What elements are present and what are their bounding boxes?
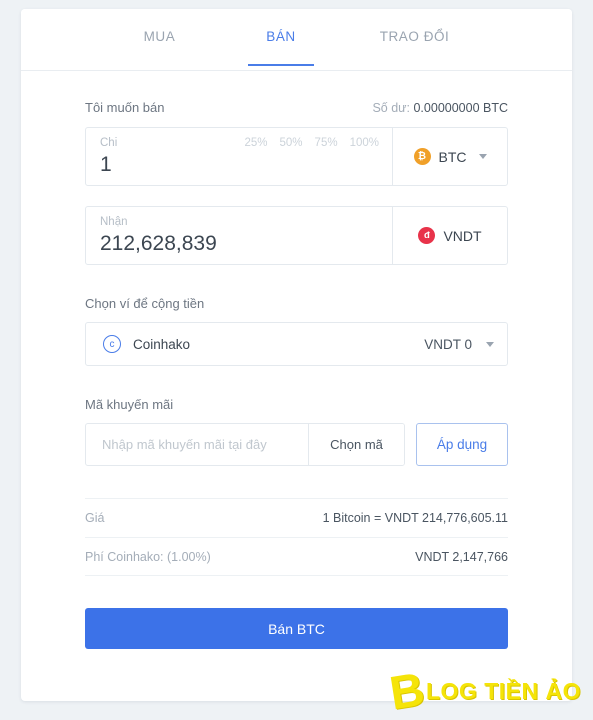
- sell-header: Tôi muốn bán Số dư: 0.00000000 BTC: [85, 100, 508, 115]
- receive-input-area[interactable]: Nhận 212,628,839: [86, 207, 393, 264]
- sell-btc-button[interactable]: Bán BTC: [85, 608, 508, 649]
- bitcoin-icon: ₿: [413, 148, 431, 165]
- balance-label: Số dư:: [372, 101, 410, 115]
- fee-value: VNDT 2,147,766: [415, 549, 508, 564]
- pick-promo-button[interactable]: Chọn mã: [308, 424, 404, 465]
- price-label: Giá: [85, 511, 105, 525]
- balance-value: 0.00000000 BTC: [413, 101, 508, 115]
- apply-promo-button[interactable]: Áp dụng: [416, 423, 508, 466]
- sell-section-label: Tôi muốn bán: [85, 100, 165, 115]
- receive-value[interactable]: 212,628,839: [100, 230, 378, 258]
- summary-row-price: Giá 1 Bitcoin = VNDT 214,776,605.11: [85, 498, 508, 537]
- fee-label: Phí Coinhako: (1.00%): [85, 549, 211, 564]
- summary-row-fee: Phí Coinhako: (1.00%) VNDT 2,147,766: [85, 537, 508, 576]
- spend-amount-box: Chi 1 25% 50% 75% 100% ₿ BTC: [85, 127, 508, 186]
- receive-caption: Nhận: [100, 216, 128, 228]
- chevron-down-icon: [486, 341, 494, 347]
- spend-currency-selector[interactable]: ₿ BTC: [393, 128, 507, 185]
- tab-bar: MUA BÁN TRAO ĐỔI: [21, 9, 572, 71]
- exchange-card: MUA BÁN TRAO ĐỔI Tôi muốn bán Số dư: 0.0…: [21, 9, 572, 701]
- coinhako-icon: c: [103, 335, 121, 353]
- wallet-section-title: Chọn ví để cộng tiền: [85, 296, 205, 311]
- receive-currency-label: VNDT: [443, 227, 482, 244]
- percent-50[interactable]: 50%: [280, 137, 303, 149]
- tab-ban[interactable]: BÁN: [248, 9, 315, 66]
- receive-currency-selector: đ VNDT: [393, 207, 507, 264]
- wallet-balance: VNDT 0: [424, 336, 472, 352]
- tab-mua[interactable]: MUA: [126, 9, 194, 65]
- percent-25[interactable]: 25%: [244, 137, 267, 149]
- vndt-icon: đ: [418, 227, 436, 244]
- promo-row: Chọn mã Áp dụng: [85, 423, 508, 466]
- percent-shortcuts: 25% 50% 75% 100%: [244, 137, 379, 149]
- balance-display: Số dư: 0.00000000 BTC: [372, 101, 508, 115]
- spend-input-area[interactable]: Chi 1 25% 50% 75% 100%: [86, 128, 393, 185]
- tab-trao-doi[interactable]: TRAO ĐỔI: [362, 9, 468, 65]
- percent-100[interactable]: 100%: [350, 137, 379, 149]
- chevron-down-icon: [478, 154, 487, 159]
- promo-field: Chọn mã: [85, 423, 405, 466]
- promo-code-input[interactable]: [86, 424, 308, 465]
- wallet-name: Coinhako: [133, 336, 191, 352]
- spend-value[interactable]: 1: [100, 151, 378, 179]
- form-body: Tôi muốn bán Số dư: 0.00000000 BTC Chi 1…: [21, 71, 572, 649]
- percent-75[interactable]: 75%: [315, 137, 338, 149]
- price-value: 1 Bitcoin = VNDT 214,776,605.11: [322, 511, 508, 525]
- spend-currency-label: BTC: [438, 148, 467, 165]
- receive-amount-box: Nhận 212,628,839 đ VNDT: [85, 206, 508, 265]
- wallet-selector[interactable]: c Coinhako VNDT 0: [85, 322, 508, 366]
- summary-table: Giá 1 Bitcoin = VNDT 214,776,605.11 Phí …: [85, 498, 508, 576]
- promo-section-title: Mã khuyến mãi: [85, 397, 174, 412]
